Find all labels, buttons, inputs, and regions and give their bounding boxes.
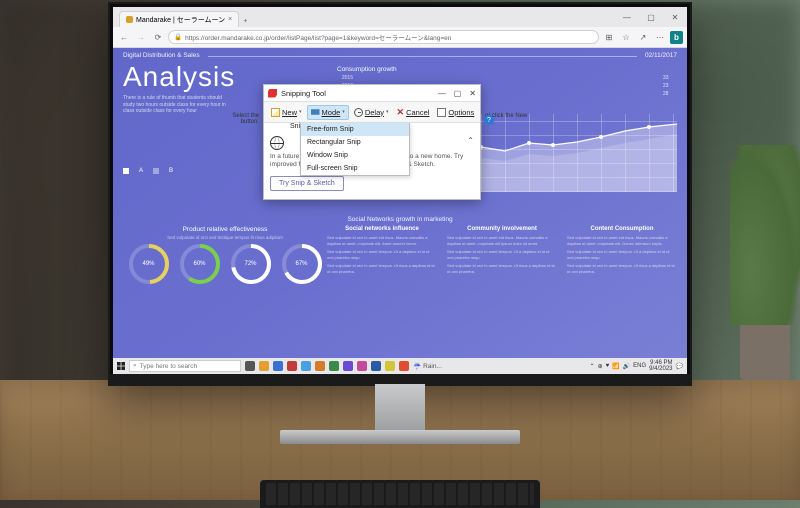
tray-chevron-icon[interactable]: ⌃	[590, 363, 595, 370]
app-icon[interactable]	[315, 361, 325, 371]
monitor: Mandarake | セーラームーン × + — ▢ ✕ ← → ⟳ 🔒 ht…	[108, 2, 692, 446]
snip-titlebar[interactable]: Snipping Tool — ▢ ✕	[264, 85, 480, 101]
browser-tab[interactable]: Mandarake | セーラームーン ×	[119, 11, 239, 27]
app-icon[interactable]	[287, 361, 297, 371]
window-minimize-button[interactable]: —	[615, 7, 639, 27]
app-icon[interactable]	[399, 361, 409, 371]
help-icon[interactable]: ?	[484, 115, 494, 125]
weather-widget[interactable]: ☔ Rain...	[413, 362, 442, 370]
tray-icon[interactable]: ⊕	[598, 363, 603, 370]
donut-chart: 72%	[231, 244, 271, 284]
tab-title: Mandarake | セーラームーン	[136, 15, 225, 25]
mode-icon	[311, 108, 320, 117]
app-icon[interactable]	[329, 361, 339, 371]
notifications-icon[interactable]: 💬	[676, 363, 683, 370]
favicon-icon	[126, 16, 133, 23]
favorite-icon[interactable]: ☆	[619, 30, 633, 44]
nav-forward-button[interactable]: →	[134, 30, 148, 44]
donut-chart: 49%	[129, 244, 169, 284]
app-icon[interactable]	[357, 361, 367, 371]
menu-icon[interactable]: ⋯	[653, 30, 667, 44]
search-placeholder: Type here to search	[140, 363, 197, 370]
donuts-section: Product relative effectiveness Sed vulpu…	[123, 226, 327, 284]
taskview-icon[interactable]	[245, 361, 255, 371]
snip-title: Snipping Tool	[281, 89, 326, 98]
globe-icon	[270, 136, 284, 150]
rain-icon: ☔	[413, 362, 421, 370]
app-icon[interactable]	[301, 361, 311, 371]
mode-option[interactable]: Free-form Snip	[301, 123, 409, 136]
app-icon[interactable]	[259, 361, 269, 371]
lang-indicator[interactable]: ENG	[633, 363, 646, 369]
text-column: Social networks influenceSed vulputate i…	[327, 226, 437, 278]
window-close-button[interactable]: ✕	[663, 7, 687, 27]
mode-option[interactable]: Rectangular Snip	[301, 136, 409, 149]
legend: A B	[123, 168, 173, 174]
taskbar-app-icons	[245, 361, 409, 371]
app-icon[interactable]	[343, 361, 353, 371]
page-header-date: 02/11/2017	[645, 52, 677, 59]
url-text: https://order.mandarake.co.jp/order/list…	[185, 32, 451, 42]
taskbar-search[interactable]: ⌕ Type here to search	[129, 360, 241, 372]
browser-tabbar: Mandarake | セーラームーン × + — ▢ ✕	[113, 7, 687, 27]
keyboard	[260, 480, 540, 508]
bing-icon[interactable]: b	[670, 31, 683, 44]
scissors-icon	[271, 108, 280, 117]
nav-back-button[interactable]: ←	[117, 30, 131, 44]
chevron-up-icon[interactable]: ⌃	[467, 136, 474, 145]
snip-options-button[interactable]: Options	[434, 106, 477, 119]
volume-icon[interactable]: 🔊	[623, 363, 630, 370]
options-icon	[437, 108, 446, 117]
snipping-tool-window[interactable]: Select the button. Snipping Tool — ▢ ✕ N…	[263, 84, 481, 200]
clock-date[interactable]: 9/4/2023	[649, 366, 672, 372]
text-column: Content ConsumptionSed vulputate id orci…	[567, 226, 677, 278]
hint-select: Select the button.	[222, 113, 262, 125]
bars-title: Consumption growth	[337, 66, 677, 73]
nav-refresh-button[interactable]: ⟳	[151, 30, 165, 44]
snip-maximize-button[interactable]: ▢	[454, 89, 462, 98]
donut-chart: 67%	[282, 244, 322, 284]
share-icon[interactable]: ↗	[636, 30, 650, 44]
mode-option[interactable]: Full-screen Snip	[301, 162, 409, 175]
taskbar: ⌕ Type here to search	[113, 358, 687, 374]
snip-minimize-button[interactable]: —	[438, 89, 446, 98]
donut-chart: 60%	[180, 244, 220, 284]
app-icon[interactable]	[385, 361, 395, 371]
app-icon[interactable]	[273, 361, 283, 371]
mode-option[interactable]: Window Snip	[301, 149, 409, 162]
snip-new-button[interactable]: New▾	[268, 106, 305, 119]
page-header-left: Digital Distribution & Sales	[123, 52, 200, 59]
page-subtitle: There is a rule of thumb that students s…	[123, 95, 233, 115]
plant-decor	[720, 100, 800, 380]
screen: Mandarake | セーラームーン × + — ▢ ✕ ← → ⟳ 🔒 ht…	[113, 7, 687, 374]
app-icon[interactable]	[371, 361, 381, 371]
url-input[interactable]: 🔒 https://order.mandarake.co.jp/order/li…	[168, 30, 599, 44]
address-bar: ← → ⟳ 🔒 https://order.mandarake.co.jp/or…	[113, 27, 687, 48]
tray-icon[interactable]: ♥	[606, 363, 610, 369]
clock-icon	[354, 108, 363, 117]
text-column: Community involvementSed vulputate id or…	[447, 226, 557, 278]
cancel-icon: ✕	[397, 108, 405, 117]
system-tray: ⌃ ⊕ ♥ 📶 🔊 ENG 9:46 PM 9/4/2023 💬	[590, 360, 687, 372]
window-maximize-button[interactable]: ▢	[639, 7, 663, 27]
wifi-icon[interactable]: 📶	[612, 363, 619, 370]
tab-close-icon[interactable]: ×	[228, 16, 232, 23]
reader-icon[interactable]: ⊞	[602, 30, 616, 44]
start-button[interactable]	[113, 358, 129, 374]
snip-delay-button[interactable]: Delay▾	[351, 106, 392, 119]
lock-icon: 🔒	[174, 33, 182, 41]
snip-close-button[interactable]: ✕	[469, 89, 476, 98]
new-tab-button[interactable]: +	[239, 16, 251, 27]
snip-app-icon	[268, 89, 277, 98]
search-icon: ⌕	[133, 362, 137, 370]
mode-dropdown: Free-form Snip Rectangular Snip Window S…	[300, 123, 410, 176]
try-snip-sketch-button[interactable]: Try Snip & Sketch	[270, 176, 344, 191]
snip-cancel-button[interactable]: ✕Cancel	[394, 106, 433, 119]
networks-caption: Social Networks growth in marketing	[113, 216, 687, 223]
